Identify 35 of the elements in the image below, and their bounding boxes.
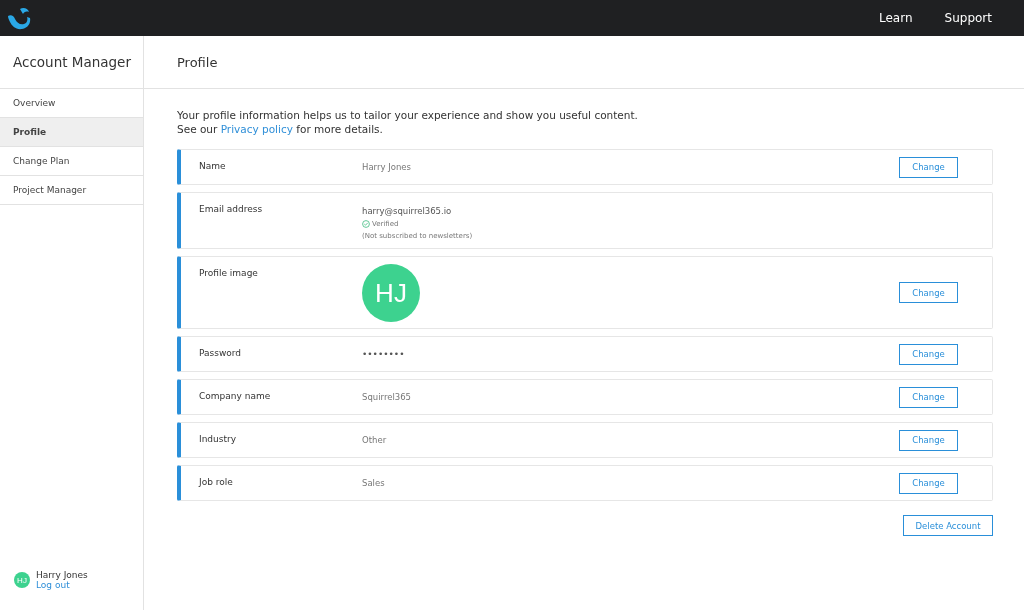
- change-button[interactable]: Change: [899, 156, 958, 178]
- page-title: Profile: [144, 36, 1024, 89]
- privacy-policy-link[interactable]: Privacy policy: [220, 123, 293, 135]
- sidebar-item[interactable]: Project Manager: [0, 176, 143, 205]
- sidebar-item[interactable]: Change Plan: [0, 147, 143, 176]
- check-circle-icon: [362, 220, 370, 228]
- change-button[interactable]: Change: [899, 472, 958, 494]
- password-value: ••••••••: [362, 349, 405, 359]
- field-value: Other: [362, 435, 387, 445]
- field-label: Job role: [199, 477, 233, 487]
- logout-link[interactable]: Log out: [36, 580, 88, 590]
- field-label: Email address: [199, 204, 263, 214]
- intro-text: See our Privacy policy for more details.: [177, 122, 384, 136]
- sidebar-title: Account Manager: [0, 36, 143, 89]
- field-label: Name: [199, 161, 226, 171]
- change-button[interactable]: Change: [899, 386, 958, 408]
- profile-avatar: HJ: [362, 264, 420, 322]
- field-label: Password: [199, 348, 242, 358]
- delete-account-button[interactable]: Delete Account: [903, 515, 993, 536]
- field-value: harry@squirrel365.io: [362, 206, 453, 216]
- change-button[interactable]: Change: [899, 429, 958, 451]
- user-avatar: HJ: [14, 572, 30, 588]
- nav-link[interactable]: Learn: [879, 11, 913, 25]
- field-label: Profile image: [199, 268, 258, 278]
- change-button[interactable]: Change: [899, 343, 958, 365]
- field-label: Industry: [199, 434, 237, 444]
- field-value: Harry Jones: [362, 162, 411, 172]
- field-label: Company name: [199, 391, 271, 401]
- field-value: Squirrel365: [362, 392, 411, 402]
- sidebar-item[interactable]: Profile: [0, 118, 143, 147]
- intro-text: Your profile information helps us to tailor your experience and show you useful content.: [177, 108, 639, 122]
- user-name: Harry Jones: [36, 570, 88, 580]
- change-button[interactable]: Change: [899, 282, 958, 303]
- field-value: Sales: [362, 478, 385, 488]
- nav-link[interactable]: Support: [944, 11, 992, 25]
